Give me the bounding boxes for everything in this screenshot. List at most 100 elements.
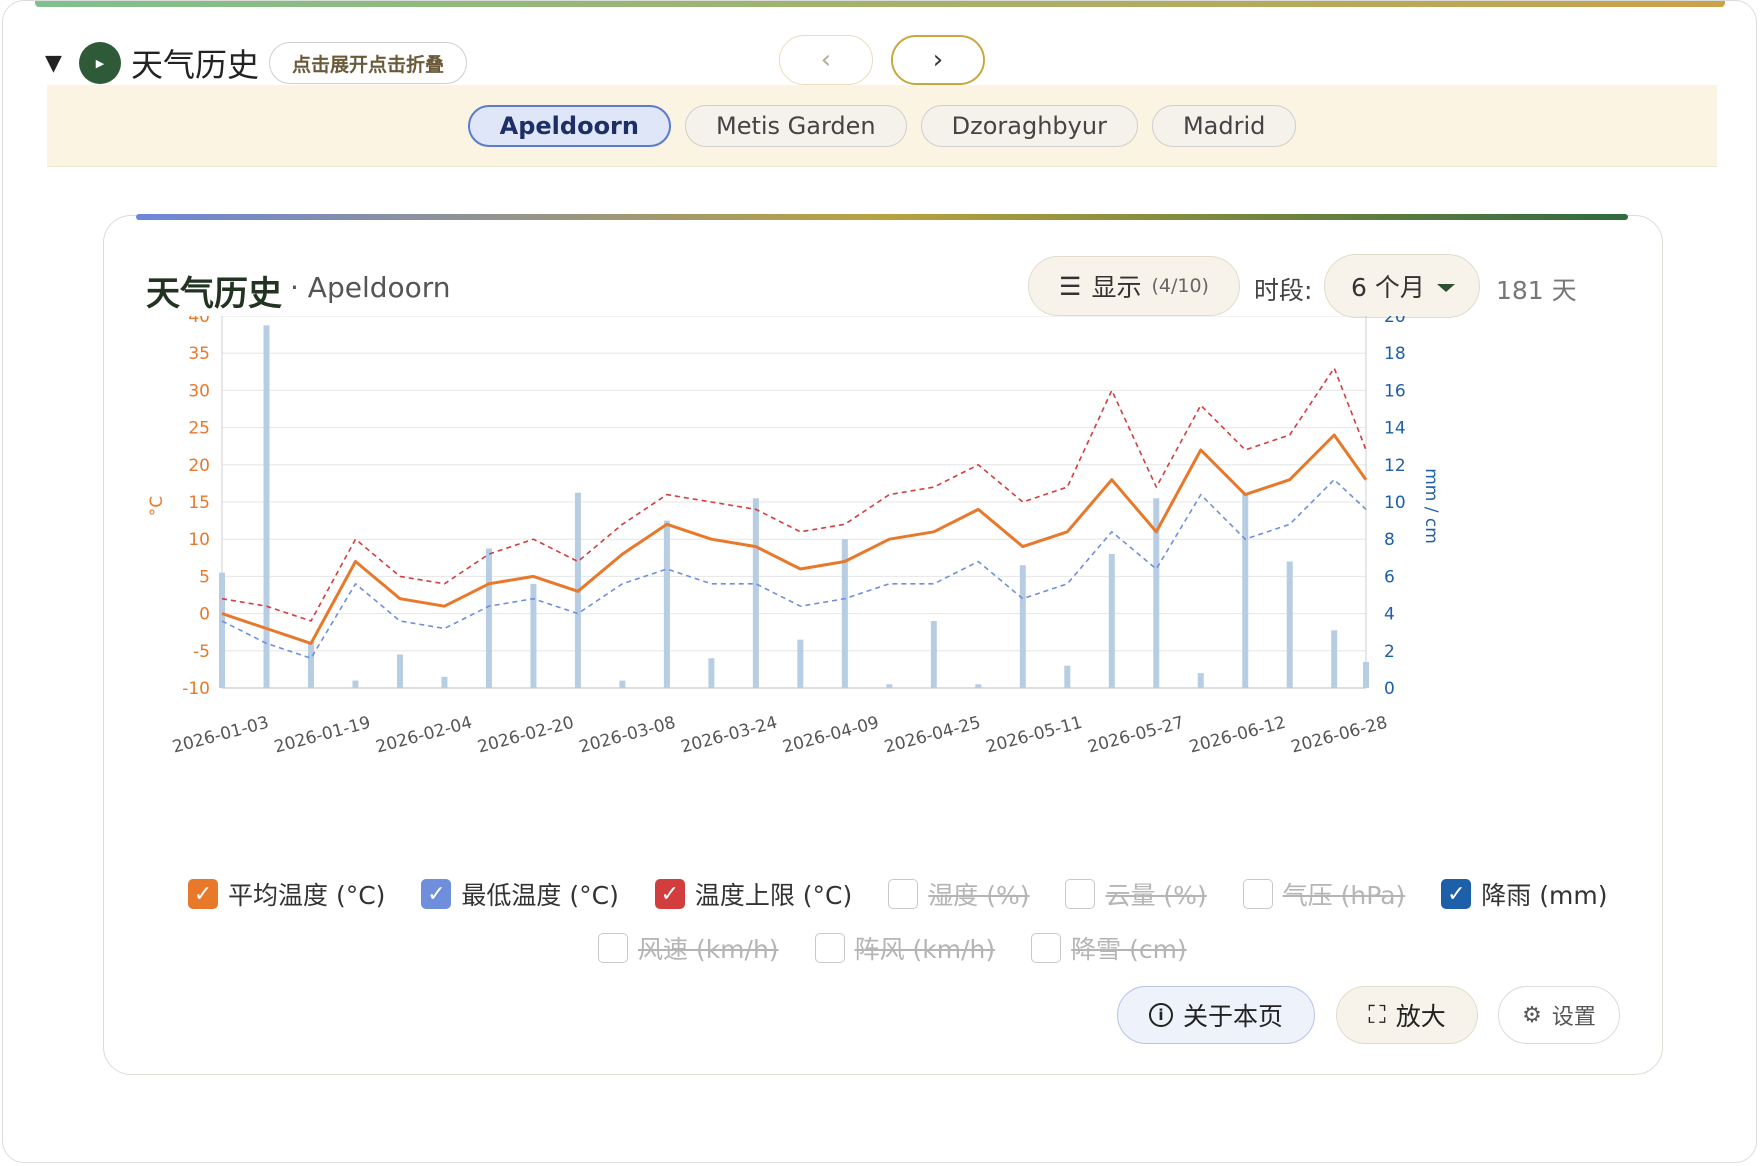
chevron-down-icon [1437, 284, 1455, 292]
rain-bar [1108, 554, 1115, 688]
zoom-label: 放大 [1395, 1002, 1446, 1031]
weather-chart: -10 -5 0 5 10 15 20 25 30 35 40 0 2 4 6 8 10 12 14 16 18 20 °C… [104, 307, 1664, 796]
y2-axis-title: mm / cm [1421, 468, 1441, 544]
info-icon: i [1148, 1003, 1173, 1027]
x-tick-label: 2026-02-20 [475, 713, 576, 758]
rain-bar [1331, 630, 1338, 688]
legend-label: 平均温度 (°C) [228, 881, 386, 910]
y2-tick-label: 6 [1384, 567, 1395, 587]
gear-icon: ⚙ [1522, 1002, 1542, 1028]
y-tick-label: 20 [188, 456, 210, 476]
rain-bar [930, 621, 937, 688]
x-tick-label: 2026-03-24 [679, 713, 780, 758]
y2-tick-label: 0 [1384, 679, 1395, 699]
expand-collapse-button[interactable]: 点击展开点击折叠 [269, 42, 468, 84]
rain-bar [307, 641, 314, 688]
y2-tick-label: 10 [1384, 493, 1406, 513]
about-label: 关于本页 [1182, 1002, 1283, 1031]
legend-item[interactable]: 气压 (hPa) [1242, 876, 1406, 912]
rain-bar [1197, 673, 1204, 688]
legend-item[interactable]: 降雪 (cm) [1031, 930, 1187, 966]
panel-header: ▼ ▶ 天气历史 点击展开点击折叠 [45, 37, 468, 89]
show-count: (4/10) [1151, 275, 1209, 297]
checkbox-icon[interactable] [1065, 879, 1096, 909]
rain-bar [619, 680, 626, 688]
show-label: 显示 [1091, 273, 1142, 302]
y-tick-label: 15 [188, 493, 210, 513]
x-tick-label: 2026-01-03 [170, 713, 271, 758]
location-tab-metis-garden[interactable]: Metis Garden [684, 104, 907, 147]
days-count: 181 天 [1496, 276, 1577, 305]
checkbox-checked-icon[interactable]: ✓ [188, 879, 218, 909]
checkbox-icon[interactable] [1031, 933, 1062, 963]
legend-item[interactable]: 云量 (%) [1065, 876, 1207, 912]
y-tick-label: 35 [188, 344, 210, 364]
legend-item[interactable]: 阵风 (km/h) [814, 930, 995, 966]
rain-bar [708, 658, 715, 688]
rain-bar [441, 676, 448, 688]
period-select[interactable]: 6 个月 [1324, 254, 1480, 318]
legend-item[interactable]: ✓ 降雨 (mm) [1441, 876, 1607, 912]
settings-button[interactable]: ⚙ 设置 [1498, 986, 1620, 1044]
x-tick-label: 2026-06-12 [1187, 713, 1288, 758]
checkbox-checked-icon[interactable]: ✓ [654, 879, 685, 909]
location-tab-apeldoorn[interactable]: Apeldoorn [467, 104, 671, 147]
checkbox-checked-icon[interactable]: ✓ [1441, 879, 1472, 909]
about-button[interactable]: i 关于本页 [1117, 986, 1315, 1044]
legend-item[interactable]: ✓ 温度上限 (°C) [654, 876, 853, 912]
legend-label: 降雪 (cm) [1071, 935, 1187, 964]
checkbox-icon[interactable] [598, 933, 628, 963]
legend-label: 气压 (hPa) [1282, 881, 1406, 910]
legend-label: 最低温度 (°C) [461, 881, 619, 910]
location-tab-madrid[interactable]: Madrid [1151, 104, 1297, 147]
rain-bar [663, 520, 670, 688]
play-icon[interactable]: ▶ [79, 42, 121, 84]
y-tick-label: 0 [199, 605, 210, 625]
period-label: 时段: [1254, 276, 1313, 305]
legend-item[interactable]: ✓ 平均温度 (°C) [188, 876, 385, 912]
expand-icon: ⛶ [1368, 1000, 1386, 1029]
collapse-triangle-icon[interactable]: ▼ [45, 51, 69, 76]
settings-label: 设置 [1551, 1005, 1596, 1030]
rain-bar [1064, 665, 1071, 688]
x-tick-label: 2026-02-04 [374, 713, 475, 758]
y-tick-label: 5 [199, 567, 210, 587]
checkbox-checked-icon[interactable]: ✓ [421, 879, 452, 909]
y2-tick-label: 12 [1384, 456, 1406, 476]
x-tick-label: 2026-05-11 [984, 713, 1085, 758]
location-tab-dzoraghbyur[interactable]: Dzoraghbyur [920, 104, 1138, 147]
checkbox-icon[interactable] [888, 879, 919, 909]
prev-button[interactable]: ‹ [779, 35, 873, 85]
legend-label: 温度上限 (°C) [694, 881, 853, 910]
rain-bar [1242, 492, 1249, 688]
legend-item[interactable]: ✓ 最低温度 (°C) [421, 876, 619, 912]
next-button[interactable]: › [891, 35, 985, 85]
series-line [221, 367, 1367, 622]
y-tick-label: 10 [188, 530, 210, 550]
weather-card: 天气历史 · Apeldoorn ☰ 显示 (4/10) 时段: 6 个月 18… [103, 214, 1664, 1075]
legend-row-1: ✓ 平均温度 (°C) ✓ 最低温度 (°C) ✓ 温度上限 (°C) 湿度 (%) 云量 (… [188, 876, 1607, 912]
legend-item[interactable]: 风速 (km/h) [598, 930, 779, 966]
checkbox-icon[interactable] [814, 933, 845, 963]
x-tick-label: 2026-05-27 [1086, 713, 1187, 758]
rain-bar [975, 684, 982, 688]
rain-bar [1019, 565, 1026, 688]
y2-tick-label: 8 [1384, 530, 1395, 550]
rain-bar [219, 572, 225, 688]
rain-bar [352, 680, 359, 688]
legend-item[interactable]: 湿度 (%) [888, 876, 1029, 912]
legend-label: 降雨 (mm) [1481, 881, 1608, 910]
zoom-button[interactable]: ⛶ 放大 [1336, 986, 1478, 1044]
rain-bar [396, 654, 403, 688]
checkbox-icon[interactable] [1242, 879, 1273, 909]
legend-label: 风速 (km/h) [638, 935, 779, 964]
y2-tick-label: 2 [1384, 642, 1395, 662]
legend-row-2: 风速 (km/h) 阵风 (km/h) 降雪 (cm) [598, 930, 1187, 966]
rain-bar [485, 548, 492, 688]
series-line [221, 478, 1367, 660]
accent-strip [35, 1, 1725, 7]
show-series-button[interactable]: ☰ 显示 (4/10) [1028, 256, 1240, 316]
y2-tick-label: 4 [1384, 605, 1395, 625]
legend-label: 云量 (%) [1105, 881, 1207, 910]
rain-bar [797, 639, 804, 688]
